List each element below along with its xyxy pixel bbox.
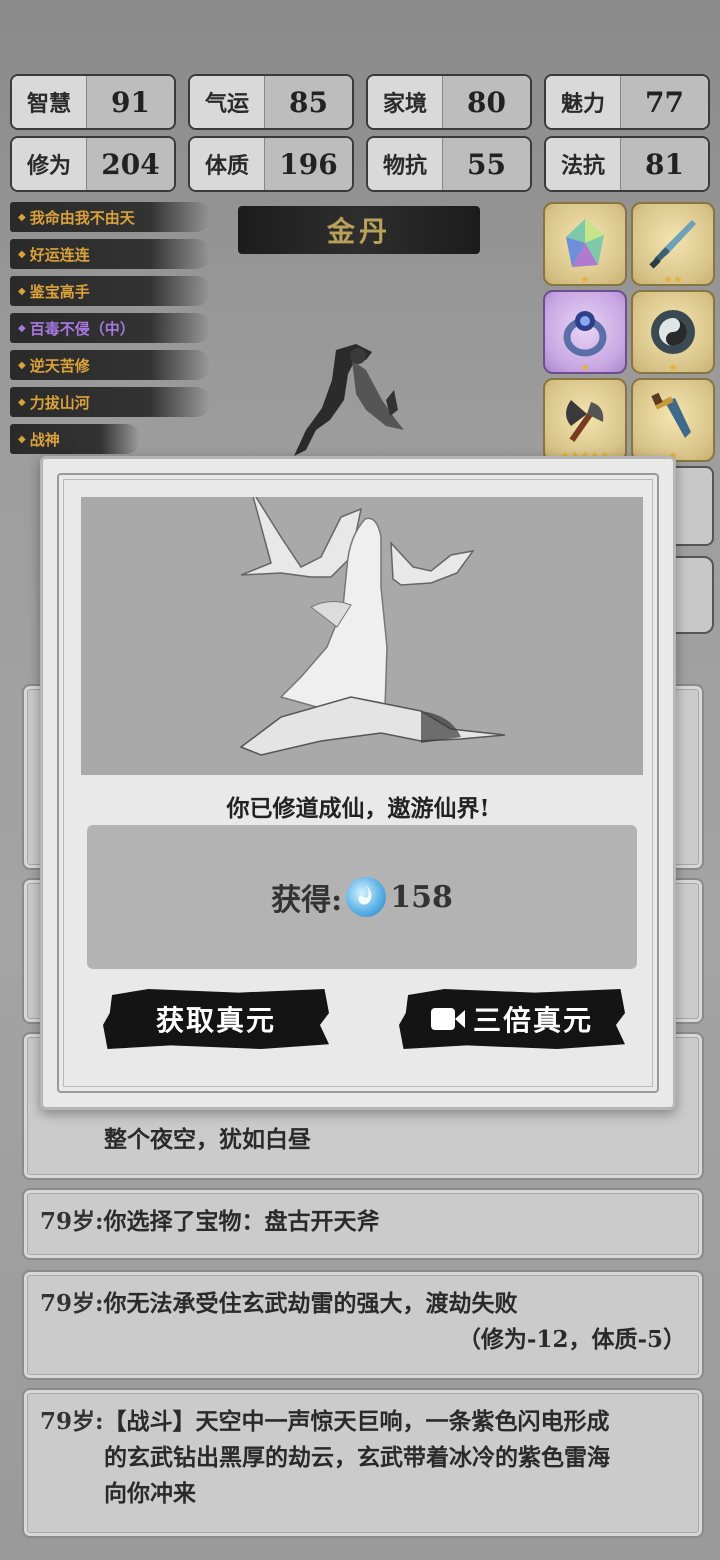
trait-item[interactable]: ◆ 力拔山河 — [10, 387, 210, 417]
triple-essence-label: 三倍真元 — [472, 1004, 593, 1037]
treasure-slot[interactable]: ★ — [631, 290, 715, 374]
star-rating: ★ — [580, 361, 590, 374]
mirror-icon — [651, 310, 695, 354]
diamond-icon: ◆ — [18, 322, 26, 334]
log-entry: 79岁: 【战斗】天空中一声惊天巨响，一条紫色闪电形成 的玄武钻出黑厚的劫云，玄武… — [22, 1388, 704, 1538]
trait-label: 鉴宝高手 — [29, 282, 90, 301]
axe-icon — [566, 400, 604, 442]
stat-wisdom: 智慧 91 — [10, 74, 176, 130]
stat-luck: 气运 85 — [188, 74, 354, 130]
star-rating: ★ — [580, 273, 590, 286]
claim-essence-label: 获取真元 — [155, 1004, 276, 1037]
ring-icon — [563, 311, 607, 357]
traits-list: ◆ 我命由我不由天 ◆ 好运连连 ◆ 鉴宝高手 ◆ 百毒不侵（中） ◆ 逆天苦修 ◆ 力拔山… — [10, 202, 210, 461]
trait-item[interactable]: ◆ 战神 — [10, 424, 140, 454]
trait-item[interactable]: ◆ 我命由我不由天 — [10, 202, 210, 232]
log-text-line: 的玄武钻出黑厚的劫云，玄武带着冰冷的紫色雷海 — [104, 1444, 610, 1471]
stat-label: 气运 — [190, 76, 264, 128]
trait-label: 战神 — [29, 430, 60, 449]
stat-label: 法抗 — [546, 138, 620, 190]
trait-label: 百毒不侵（中） — [29, 319, 135, 338]
trait-item[interactable]: ◆ 逆天苦修 — [10, 350, 210, 380]
treasure-slot[interactable]: ★ — [631, 378, 715, 462]
stat-value: 91 — [86, 76, 174, 128]
star-rating: ★ — [668, 361, 678, 374]
diamond-icon: ◆ — [18, 433, 26, 445]
immortal-crane-illustration — [81, 497, 643, 775]
video-camera-icon — [430, 1006, 465, 1032]
log-text-line: 向你冲来 — [104, 1480, 196, 1507]
stat-magic-resist: 法抗 81 — [544, 136, 710, 192]
reward-label: 获得: — [271, 883, 343, 918]
stat-value: 81 — [620, 138, 708, 190]
realm-title: 金丹 — [238, 206, 480, 254]
log-text: 你无法承受住玄武劫雷的强大，渡劫失败 — [103, 1290, 518, 1317]
log-text: 【战斗】天空中一声惊天巨响，一条紫色闪电形成 — [103, 1408, 610, 1435]
log-entry: 79岁: 你选择了宝物：盘古开天斧 — [22, 1188, 704, 1260]
log-text: 你选择了宝物：盘古开天斧 — [103, 1208, 380, 1235]
log-age: 79岁: — [40, 1408, 104, 1435]
dagger-icon — [651, 392, 691, 438]
treasure-slot[interactable]: ★ — [543, 202, 627, 286]
stat-label: 魅力 — [546, 76, 620, 128]
stat-label: 修为 — [12, 138, 86, 190]
stat-label: 智慧 — [12, 76, 86, 128]
cultivator-figure-image — [294, 344, 404, 456]
treasure-slot[interactable]: ★★ — [631, 202, 715, 286]
trait-label: 好运连连 — [29, 245, 90, 264]
claim-essence-button[interactable]: 获取真元 — [103, 989, 329, 1049]
stat-value: 85 — [264, 76, 352, 128]
stat-physical-resist: 物抗 55 — [366, 136, 532, 192]
stat-label: 家境 — [368, 76, 442, 128]
trait-label: 我命由我不由天 — [29, 208, 135, 227]
stat-value: 77 — [620, 76, 708, 128]
treasure-slot[interactable]: ★★★★★ — [543, 378, 627, 462]
diamond-icon: ◆ — [18, 285, 26, 297]
stat-value: 55 — [442, 138, 530, 190]
stat-charm: 魅力 77 — [544, 74, 710, 130]
stat-value: 204 — [86, 138, 174, 190]
log-age: 79岁: — [40, 1290, 104, 1317]
triple-essence-button[interactable]: 三倍真元 — [399, 989, 625, 1049]
stat-constitution: 体质 196 — [188, 136, 354, 192]
sword-icon — [649, 220, 696, 269]
log-text: 整个夜空，犹如白昼 — [104, 1126, 311, 1153]
treasure-slot[interactable]: ★ — [543, 290, 627, 374]
stat-value: 80 — [442, 76, 530, 128]
star-rating: ★★ — [663, 273, 683, 286]
log-note: （修为-12，体质-5） — [457, 1326, 686, 1353]
dialog-message: 你已修道成仙，遨游仙界! — [226, 795, 490, 822]
diamond-icon: ◆ — [18, 211, 26, 223]
stat-label: 物抗 — [368, 138, 442, 190]
trait-label: 力拔山河 — [29, 393, 90, 412]
reward-amount: 158 — [390, 879, 453, 915]
crystal-icon — [566, 219, 604, 267]
diamond-icon: ◆ — [18, 359, 26, 371]
trait-item[interactable]: ◆ 百毒不侵（中） — [10, 313, 210, 343]
trait-item[interactable]: ◆ 鉴宝高手 — [10, 276, 210, 306]
stat-family: 家境 80 — [366, 74, 532, 130]
trait-label: 逆天苦修 — [29, 356, 90, 375]
log-entry: 79岁: 你无法承受住玄武劫雷的强大，渡劫失败 （修为-12，体质-5） — [22, 1270, 704, 1380]
diamond-icon: ◆ — [18, 248, 26, 260]
stat-label: 体质 — [190, 138, 264, 190]
reward-panel: 获得: 158 — [87, 825, 637, 969]
stat-cultivation: 修为 204 — [10, 136, 176, 192]
ascension-dialog: 你已修道成仙，遨游仙界! 获得: 158 获取真元 三倍真元 — [40, 456, 676, 1110]
trait-item[interactable]: ◆ 好运连连 — [10, 239, 210, 269]
log-age: 79岁: — [40, 1208, 104, 1235]
spirit-essence-icon — [346, 877, 387, 917]
stat-value: 196 — [264, 138, 352, 190]
diamond-icon: ◆ — [18, 396, 26, 408]
